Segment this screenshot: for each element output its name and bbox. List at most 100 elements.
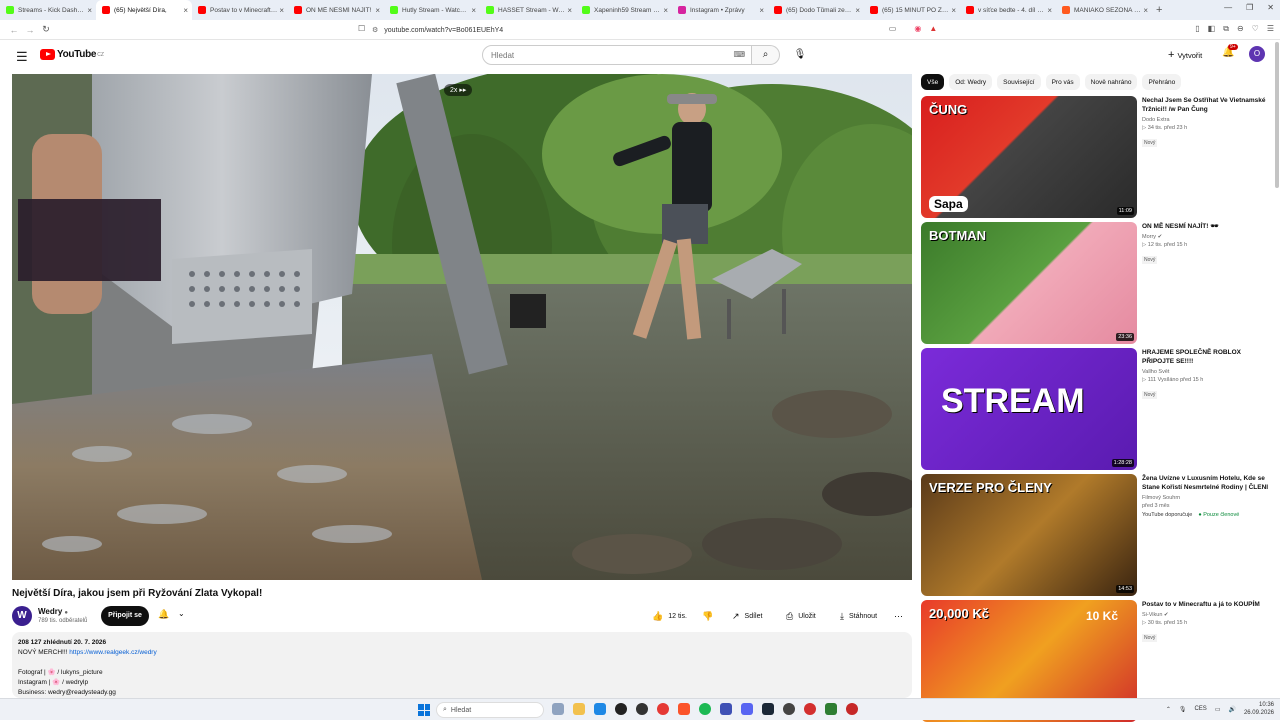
video-thumbnail[interactable]: BOTMAN 23:36 xyxy=(921,222,1137,344)
widgets-icon[interactable] xyxy=(552,703,564,715)
chevron-down-icon[interactable]: ⌄ xyxy=(178,609,185,618)
filter-chip[interactable]: Vše xyxy=(921,74,945,90)
sidebar-icon[interactable]: ▯ xyxy=(1195,24,1199,34)
voice-search-button[interactable]: 🎙 xyxy=(791,46,809,64)
recommended-video[interactable]: VERZE PRO ČLENY 14:53 Žena Uvízne v Luxusn… xyxy=(921,474,1271,596)
profile-icon[interactable]: ⊖ xyxy=(1237,24,1244,34)
recommended-video[interactable]: STREAM 1:28:28 HRAJEME SPOLEČNĚ ROBLOX PŘI… xyxy=(921,348,1271,470)
tab-close-icon[interactable]: × xyxy=(567,6,572,15)
close-icon[interactable]: ✕ xyxy=(1267,3,1274,12)
channel-name[interactable]: Filmový Souhrn xyxy=(1142,495,1272,501)
channel-name[interactable]: Wedry xyxy=(38,607,62,616)
language-indicator[interactable]: CES xyxy=(1194,706,1206,712)
discord-icon[interactable] xyxy=(741,703,753,715)
channel-avatar[interactable]: W xyxy=(12,606,32,626)
windows-start-icon[interactable] xyxy=(418,704,430,716)
tab-close-icon[interactable]: × xyxy=(855,6,860,15)
browser-tab[interactable]: v síťce bedte - 4. díl 1. čá × xyxy=(960,0,1056,20)
network-icon[interactable]: ▭ xyxy=(1215,706,1221,713)
filter-chip[interactable]: Pro vás xyxy=(1045,74,1080,90)
url-field[interactable]: ⚙ youtube.com/watch?v=Bo061EUEhY4 xyxy=(372,23,872,37)
search-button[interactable]: ⌕ xyxy=(752,45,780,65)
merch-link[interactable]: https://www.realgeek.cz/wedry xyxy=(69,649,156,656)
video-title[interactable]: Postav to v Minecraftu a já to KOUPÍM xyxy=(1142,600,1272,609)
video-thumbnail[interactable]: VERZE PRO ČLENY 14:53 xyxy=(921,474,1137,596)
site-info-icon[interactable]: ⚙ xyxy=(372,26,378,34)
more-actions-icon[interactable]: ⋯ xyxy=(894,606,903,626)
page-scrollbar[interactable] xyxy=(1275,42,1279,188)
recommended-video[interactable]: ČUNG Sapa 11:09 Nechal Jsem Se Ostříhat Ve … xyxy=(921,96,1271,218)
browser-tab[interactable]: Postav to v Minecraftu a já× xyxy=(192,0,288,20)
browser-tab[interactable]: MANIAKO SEZONA 11 - Tr× xyxy=(1056,0,1152,20)
video-thumbnail[interactable]: ČUNG Sapa 11:09 xyxy=(921,96,1137,218)
filter-chip[interactable]: Přehráno xyxy=(1142,74,1182,90)
channel-name-row[interactable]: Wedry ● xyxy=(38,607,68,616)
video-player[interactable] xyxy=(12,74,912,580)
edge-icon[interactable] xyxy=(594,703,606,715)
create-button[interactable]: + Vytvořit xyxy=(1162,46,1208,64)
video-title[interactable]: Nechal Jsem Se Ostříhat Ve Vietnamské Tr… xyxy=(1142,96,1272,114)
tab-close-icon[interactable]: × xyxy=(759,6,764,15)
filter-chip[interactable]: Související xyxy=(997,74,1041,90)
like-button[interactable]: 👍 12 tis. xyxy=(644,606,695,626)
filter-chip[interactable]: Od: Wedry xyxy=(949,74,993,90)
tab-close-icon[interactable]: × xyxy=(1047,6,1052,15)
channel-name[interactable]: Si-Vikun ✔ xyxy=(1142,612,1272,618)
back-icon[interactable]: ← xyxy=(6,25,22,35)
browser-tab[interactable]: (65) Největší Díra, × xyxy=(96,0,192,20)
maximize-icon[interactable]: ❐ xyxy=(1246,3,1253,12)
brave-icon[interactable] xyxy=(678,703,690,715)
filter-chip[interactable]: Nově nahráno xyxy=(1084,74,1138,90)
browser-tab[interactable]: Hutly Stream - Watch Live× xyxy=(384,0,480,20)
mail-icon[interactable] xyxy=(720,703,732,715)
subscription-bell-icon[interactable]: 🔔 xyxy=(158,609,169,620)
menu-icon[interactable]: ☰ xyxy=(1267,24,1274,34)
extension-icon[interactable]: ◉ xyxy=(914,24,921,34)
tab-close-icon[interactable]: × xyxy=(1143,6,1148,15)
record-icon[interactable] xyxy=(804,703,816,715)
search-input[interactable] xyxy=(491,50,721,60)
clock[interactable]: 10:36 26.09.2026 xyxy=(1244,701,1274,717)
taskbar-search[interactable]: ⌕ Hledat xyxy=(436,702,544,718)
account-avatar[interactable]: O xyxy=(1249,46,1265,62)
history-icon[interactable]: ♡ xyxy=(1252,24,1259,34)
channel-name[interactable]: Dodo Extra xyxy=(1142,117,1272,123)
tray-chevron-icon[interactable]: ⌃ xyxy=(1166,706,1171,713)
reading-list-icon[interactable]: ◧ xyxy=(1208,24,1216,34)
tab-close-icon[interactable]: × xyxy=(279,6,284,15)
obs-icon[interactable] xyxy=(783,703,795,715)
video-title[interactable]: Žena Uvízne v Luxusním Hotelu, Kde se St… xyxy=(1142,474,1272,492)
tab-close-icon[interactable]: × xyxy=(663,6,668,15)
new-tab-button[interactable]: + xyxy=(1156,4,1162,16)
tab-close-icon[interactable]: × xyxy=(471,6,476,15)
minimize-icon[interactable]: — xyxy=(1224,3,1232,12)
browser-tab[interactable]: Streams - Kick Dashboard× xyxy=(0,0,96,20)
reload-icon[interactable]: ↻ xyxy=(38,24,54,35)
tab-close-icon[interactable]: × xyxy=(183,6,188,15)
video-title[interactable]: ON MĚ NESMÍ NAJÍT! 🕶 xyxy=(1142,222,1272,231)
warning-icon[interactable]: ▲ xyxy=(929,24,937,34)
youtube-logo[interactable]: YouTube CZ xyxy=(40,49,104,60)
share-button[interactable]: ↗ Sdílet xyxy=(724,606,771,626)
browser-tab[interactable]: HASSET Stream - Watch Li× xyxy=(480,0,576,20)
save-button[interactable]: ⎙ Uložit xyxy=(778,606,824,626)
browser-tab[interactable]: Xapeninh59 Stream - Watc× xyxy=(576,0,672,20)
browser-tab[interactable]: ON MĚ NESMÍ NAJÍT! × xyxy=(288,0,384,20)
recommended-video[interactable]: BOTMAN 23:36 ON MĚ NESMÍ NAJÍT! 🕶 Morry ✔ ▷ … xyxy=(921,222,1271,344)
browser-tab[interactable]: (65) Dodo Tůmali zen pem× xyxy=(768,0,864,20)
hamburger-menu-icon[interactable]: ☰ xyxy=(16,49,28,65)
spotify-icon[interactable] xyxy=(699,703,711,715)
app-green-icon[interactable] xyxy=(825,703,837,715)
forward-icon[interactable]: → xyxy=(22,25,38,35)
tab-close-icon[interactable]: × xyxy=(951,6,956,15)
tab-search-icon[interactable]: ⧉ xyxy=(1223,24,1229,34)
keyboard-icon[interactable]: ⌨ xyxy=(733,50,745,59)
video-description[interactable]: 208 127 zhlédnutí 20. 7. 2026 NOVÝ MERCH… xyxy=(12,632,912,698)
app-red-icon[interactable] xyxy=(846,703,858,715)
download-button[interactable]: ⤓ Stáhnout xyxy=(832,606,886,626)
chrome-icon[interactable] xyxy=(657,703,669,715)
cast-icon[interactable]: ▭ xyxy=(889,24,897,34)
join-button[interactable]: Připojit se xyxy=(101,606,149,626)
tab-close-icon[interactable]: × xyxy=(87,6,92,15)
video-title[interactable]: HRAJEME SPOLEČNĚ ROBLOX PŘIPOJTE SE!!!! xyxy=(1142,348,1272,366)
